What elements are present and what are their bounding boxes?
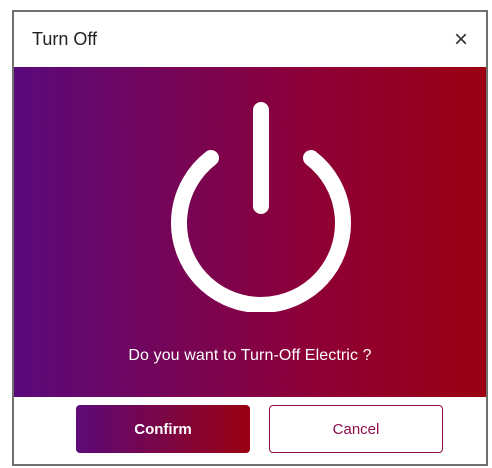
turn-off-dialog: Turn Off × Do you want to Turn-Off Elect… xyxy=(12,10,488,466)
close-icon[interactable]: × xyxy=(450,27,472,51)
dialog-footer: Confirm Cancel xyxy=(14,397,486,464)
power-icon xyxy=(171,102,351,312)
dialog-title: Turn Off xyxy=(32,29,98,49)
dialog-body: Do you want to Turn-Off Electric ? xyxy=(14,67,486,397)
confirm-button[interactable]: Confirm xyxy=(76,405,250,453)
dialog-question: Do you want to Turn-Off Electric ? xyxy=(128,347,372,364)
cancel-button[interactable]: Cancel xyxy=(269,405,443,453)
dialog-header: Turn Off × xyxy=(14,12,486,67)
